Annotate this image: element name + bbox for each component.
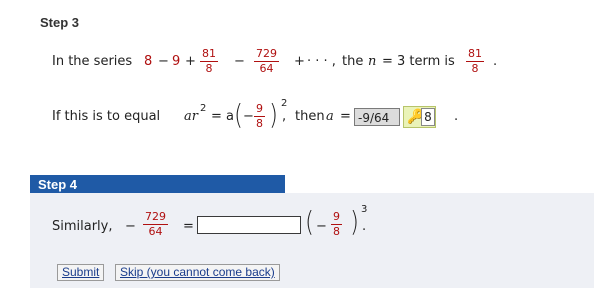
minus-sign: − [158, 54, 169, 69]
step3-title: Step 3 [40, 15, 80, 30]
submit-button[interactable]: Submit [57, 264, 105, 281]
comma: , [282, 109, 287, 124]
minus-sign: − [234, 54, 245, 69]
term-is-text: = 3 term is [382, 54, 455, 69]
key-hint-button[interactable]: 🔑 8 [403, 106, 436, 128]
equals-sign: = [183, 219, 194, 234]
n-variable: n [368, 54, 377, 69]
series-term-2: 9 [172, 54, 181, 69]
minus-sign: − [316, 219, 327, 234]
answer-input[interactable] [197, 216, 301, 234]
ratio-exponent: 2 [281, 98, 288, 109]
step4-header: Step 4 [30, 175, 285, 193]
answer-value-box: -9/64 [354, 108, 400, 126]
left-paren: ( [234, 98, 243, 131]
period: . [493, 54, 498, 69]
skip-button[interactable]: Skip (you cannot come back) [115, 264, 280, 281]
minus-sign: − [125, 219, 136, 234]
series-term-1: 8 [144, 54, 153, 69]
right-paren: ) [350, 205, 359, 238]
ar-term: ar [184, 109, 198, 124]
plus-sign: + [185, 54, 196, 69]
a-variable: a [326, 109, 334, 124]
then-the-text: the [342, 54, 364, 69]
minus-sign: − [243, 109, 254, 124]
ratio-fraction-9-8: 98 [331, 210, 342, 238]
period: . [454, 109, 459, 124]
ar-exponent: 2 [200, 103, 207, 114]
key-value: 8 [421, 108, 435, 126]
nth-term-fraction: 81 8 [466, 47, 484, 75]
step4-title: Step 4 [38, 177, 78, 192]
step4-fraction-729-64: 729 64 [143, 210, 168, 238]
equals-a: = a [211, 109, 234, 124]
equal-prefix: If this is to equal [52, 109, 161, 124]
series-fraction-729-64: 729 64 [254, 47, 279, 75]
similarly-prefix: Similarly, [52, 219, 113, 234]
then-text: then [295, 109, 325, 124]
ratio-exponent: 3 [361, 204, 368, 215]
series-prefix: In the series [52, 54, 133, 69]
equals-sign: = [340, 109, 351, 124]
right-paren: ) [269, 98, 278, 131]
period: . [362, 219, 367, 234]
ellipsis: · · · , [307, 54, 336, 69]
left-paren: ( [305, 205, 314, 238]
plus-sign: + [294, 54, 305, 69]
series-fraction-81-8: 81 8 [200, 47, 218, 75]
ratio-fraction: 98 [254, 102, 265, 130]
